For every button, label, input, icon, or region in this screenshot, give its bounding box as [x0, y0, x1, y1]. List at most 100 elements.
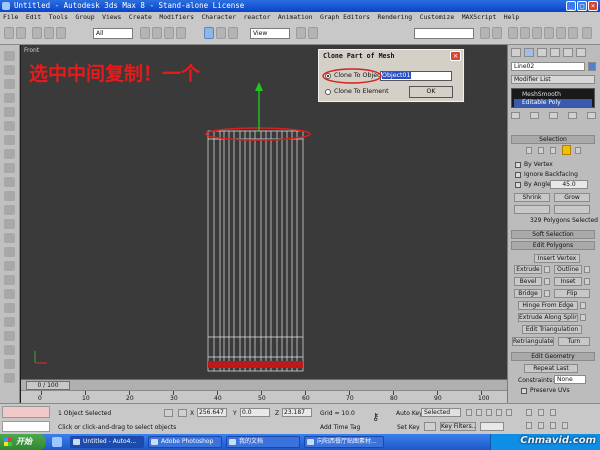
selection-filter-dropdown[interactable]: All — [93, 28, 133, 39]
field-of-view-icon[interactable] — [526, 422, 532, 429]
preserve-uvs-checkbox[interactable] — [521, 388, 527, 394]
lock-selection-icon[interactable] — [164, 409, 173, 417]
dialog-ok-button[interactable]: OK — [409, 86, 453, 98]
ignore-backfacing-checkbox[interactable] — [515, 172, 521, 178]
maxscript-mini-input[interactable] — [2, 421, 50, 432]
bridge-settings-icon[interactable] — [544, 290, 550, 297]
pan-icon[interactable] — [538, 422, 544, 429]
modifier-icon[interactable] — [4, 247, 15, 257]
quick-launch-icon[interactable] — [52, 437, 62, 447]
time-slider[interactable]: 0 / 100 — [21, 379, 507, 390]
by-angle-spinner[interactable]: 45.0 — [550, 180, 588, 189]
taper-icon[interactable] — [4, 317, 15, 327]
window-obj-icon[interactable] — [4, 149, 15, 159]
menu-create[interactable]: Create — [129, 13, 152, 21]
menu-character[interactable]: Character — [201, 13, 236, 21]
prev-frame-icon[interactable] — [476, 409, 482, 416]
absolute-mode-icon[interactable] — [178, 409, 187, 417]
bevel-button[interactable]: Bevel — [514, 277, 542, 286]
more-tools-icon[interactable] — [4, 373, 15, 383]
selection-rollout[interactable]: Selection — [511, 135, 595, 144]
mesh-icon[interactable] — [4, 261, 15, 271]
extrude-button[interactable]: Extrude — [514, 265, 542, 274]
pivot-center-icon[interactable] — [296, 27, 306, 39]
key-filters-button[interactable]: Key Filters... — [440, 422, 476, 431]
menu-group[interactable]: Group — [75, 13, 94, 21]
lattice-icon[interactable] — [4, 345, 15, 355]
edit-geometry-rollout[interactable]: Edit Geometry — [511, 352, 595, 361]
stack-item-meshsmooth[interactable]: MeshSmooth — [514, 91, 592, 98]
create-tab-icon[interactable] — [511, 48, 521, 57]
task-photoshop[interactable]: Adobe Photoshop — [148, 436, 222, 448]
menu-file[interactable]: File — [3, 13, 18, 21]
pin-stack-icon[interactable] — [511, 112, 520, 119]
menu-edit[interactable]: Edit — [26, 13, 41, 21]
object-type-icon[interactable] — [4, 51, 15, 61]
menu-rendering[interactable]: Rendering — [378, 13, 413, 21]
zoom-all-icon[interactable] — [538, 409, 544, 416]
compound-icon[interactable] — [4, 79, 15, 89]
grow-button[interactable]: Grow — [554, 193, 590, 202]
bend-icon[interactable] — [4, 289, 15, 299]
hinge-from-edge-button[interactable]: Hinge From Edge — [518, 301, 578, 310]
remove-modifier-icon[interactable] — [568, 112, 577, 119]
show-end-result-icon[interactable] — [530, 112, 539, 119]
shell-icon[interactable] — [4, 359, 15, 369]
uvw-icon[interactable] — [4, 275, 15, 285]
extrude-settings-icon[interactable] — [544, 266, 550, 273]
shrink-button[interactable]: Shrink — [514, 193, 550, 202]
close-icon[interactable]: × — [588, 1, 598, 11]
time-slider-handle[interactable]: 0 / 100 — [26, 381, 70, 390]
particle-icon[interactable] — [4, 93, 15, 103]
light-icon[interactable] — [4, 177, 15, 187]
flip-button[interactable]: Flip — [554, 289, 590, 298]
start-button[interactable]: 开始 — [0, 434, 46, 450]
arc-rotate-icon[interactable] — [550, 422, 556, 429]
select-by-name-icon[interactable] — [152, 27, 162, 39]
object-color-swatch[interactable] — [588, 62, 596, 71]
undo-icon[interactable] — [4, 27, 14, 39]
set-key-icon[interactable] — [424, 422, 436, 431]
stairs-icon[interactable] — [4, 163, 15, 173]
menu-graph-editors[interactable]: Graph Editors — [320, 13, 370, 21]
nurbs-icon[interactable] — [4, 121, 15, 131]
link-icon[interactable] — [32, 27, 42, 39]
edit-triangulation-button[interactable]: Edit Triangulation — [522, 325, 582, 334]
utilities-tab-icon[interactable] — [576, 48, 586, 57]
menu-maxscript[interactable]: MAXScript — [462, 13, 497, 21]
task-3dsmax[interactable]: Untitled - Auto4... — [70, 436, 144, 448]
menu-reactor[interactable]: reactor — [244, 13, 271, 21]
outline-button[interactable]: Outline — [554, 265, 582, 274]
rect-selection-icon[interactable] — [164, 27, 174, 39]
timeline-ruler[interactable]: 0 10 20 30 40 50 60 70 80 90 100 — [21, 390, 507, 403]
inset-button[interactable]: Inset — [554, 277, 582, 286]
insert-vertex-button[interactable]: Insert Vertex — [534, 254, 580, 263]
clone-to-element-radio[interactable] — [325, 89, 331, 95]
menu-customize[interactable]: Customize — [420, 13, 455, 21]
camera-icon[interactable] — [4, 191, 15, 201]
make-unique-icon[interactable] — [549, 112, 558, 119]
set-key-button[interactable]: Set Key — [397, 424, 420, 431]
select-rotate-icon[interactable] — [216, 27, 226, 39]
reference-coord-dropdown[interactable]: View — [250, 28, 290, 39]
quick-render-icon[interactable] — [556, 27, 566, 39]
loop-button[interactable] — [554, 205, 590, 214]
unlink-icon[interactable] — [44, 27, 54, 39]
shape-icon[interactable] — [4, 65, 15, 75]
align-icon[interactable] — [492, 27, 502, 39]
ring-button[interactable] — [514, 205, 550, 214]
task-folder[interactable]: 向阳西餐厅贴图素材... — [304, 436, 384, 448]
add-time-tag[interactable]: Add Time Tag — [320, 424, 360, 431]
by-angle-checkbox[interactable] — [515, 182, 521, 188]
space-warp-icon[interactable] — [4, 219, 15, 229]
twist-icon[interactable] — [4, 303, 15, 313]
extrude-spline-settings-icon[interactable] — [580, 314, 586, 321]
inset-settings-icon[interactable] — [584, 278, 590, 285]
display-tab-icon[interactable] — [563, 48, 573, 57]
edge-mode-icon[interactable] — [538, 147, 544, 154]
bridge-button[interactable]: Bridge — [514, 289, 542, 298]
task-my-documents[interactable]: 我的文档 — [226, 436, 300, 448]
zoom-icon[interactable] — [526, 409, 532, 416]
hinge-settings-icon[interactable] — [580, 302, 586, 309]
outline-settings-icon[interactable] — [584, 266, 590, 273]
